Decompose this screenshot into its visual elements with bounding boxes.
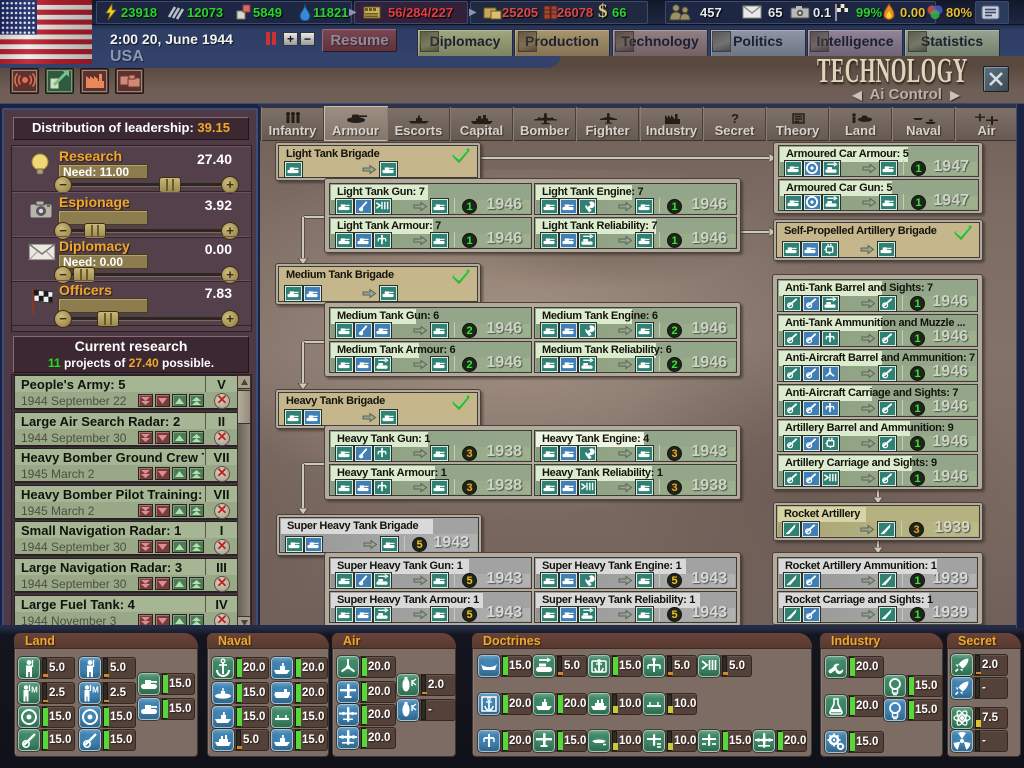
svg-text:M: M (92, 686, 99, 695)
svg-text:M: M (31, 686, 38, 695)
